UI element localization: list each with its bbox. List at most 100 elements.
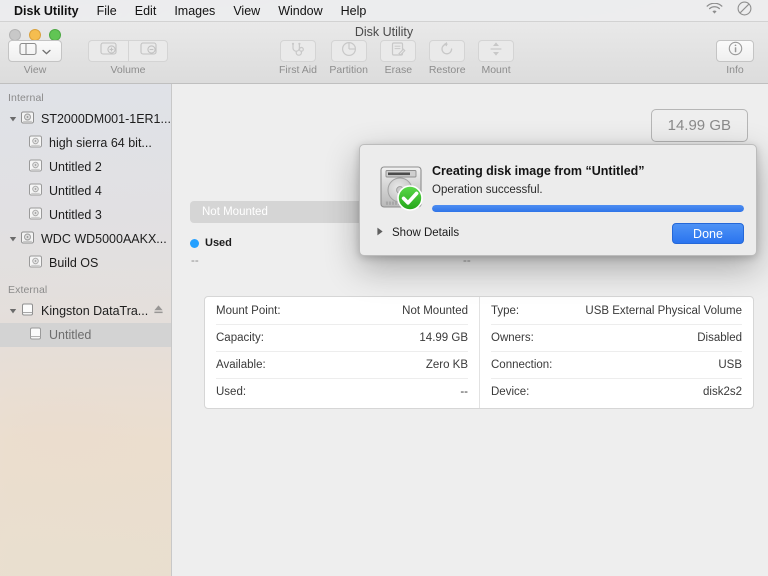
pie-chart-icon <box>341 41 357 62</box>
table-row: Device: disk2s2 <box>491 378 742 405</box>
sidebar-item-untitled-2[interactable]: Untitled 2 <box>0 155 171 179</box>
remove-volume-icon <box>139 41 157 61</box>
mount-arrows-icon <box>489 41 503 62</box>
sidebar-item-untitled-3[interactable]: Untitled 3 <box>0 203 171 227</box>
restore-label: Restore <box>428 64 466 76</box>
sidebar-icon <box>19 42 37 61</box>
sidebar-item-label: Untitled 2 <box>49 160 102 174</box>
menu-edit[interactable]: Edit <box>126 0 166 22</box>
table-row: Available: Zero KB <box>216 351 468 378</box>
menu-help[interactable]: Help <box>332 0 376 22</box>
external-volume-icon <box>28 326 43 344</box>
mount-button[interactable] <box>478 40 515 62</box>
first-aid-button[interactable] <box>279 40 316 62</box>
info-value: Zero KB <box>425 359 468 371</box>
table-row: Capacity: 14.99 GB <box>216 324 468 351</box>
first-aid-label: First Aid <box>279 64 317 76</box>
dialog-subtitle: Operation successful. <box>432 184 543 196</box>
volume-icon <box>28 158 43 176</box>
partition-button[interactable] <box>330 40 367 62</box>
remove-volume-button[interactable] <box>128 40 168 62</box>
legend-value: -- <box>191 255 199 267</box>
view-button[interactable] <box>8 40 62 62</box>
sidebar-item-untitled-4[interactable]: Untitled 4 <box>0 179 171 203</box>
mount-item: Mount <box>478 40 515 76</box>
desktop-background: Disk Utility File Edit Images View Windo… <box>0 0 768 576</box>
toolbar-group-volume: Volume <box>88 40 168 76</box>
table-row: Mount Point: Not Mounted <box>216 297 468 324</box>
info-value: Disabled <box>697 332 742 344</box>
internal-disk-icon <box>20 110 35 128</box>
disclosure-triangle-right-icon <box>376 227 384 239</box>
dialog-title: Creating disk image from “Untitled” <box>432 164 645 178</box>
wifi-icon[interactable] <box>706 2 723 20</box>
info-label: Device: <box>491 386 530 398</box>
progress-dialog: Creating disk image from “Untitled” Oper… <box>359 144 757 256</box>
sidebar-item-build-os[interactable]: Build OS <box>0 251 171 275</box>
sidebar-item-label: Untitled <box>49 328 92 342</box>
menu-bar-status-area <box>706 1 760 21</box>
partition-item: Partition <box>329 40 368 76</box>
erase-button[interactable] <box>380 40 417 62</box>
erase-item: Erase <box>380 40 417 76</box>
do-not-disturb-icon[interactable] <box>737 1 752 21</box>
sidebar-item-wdc-wd5000aakx[interactable]: WDC WD5000AAKX... <box>0 227 171 251</box>
stethoscope-icon <box>289 42 307 61</box>
sidebar-section-external-header: External <box>8 284 48 296</box>
restore-button[interactable] <box>429 40 466 62</box>
info-label: Type: <box>491 304 520 317</box>
info-label: Used: <box>216 386 247 398</box>
menu-file[interactable]: File <box>88 0 126 22</box>
volume-icon <box>28 254 43 272</box>
volume-info-table: Mount Point: Not Mounted Capacity: 14.99… <box>204 296 754 409</box>
disclosure-triangle-icon[interactable] <box>6 307 20 315</box>
sidebar: Internal ST2000DM001-1ER1... high sierra… <box>0 84 172 576</box>
sidebar-item-label: WDC WD5000AAKX... <box>41 232 167 246</box>
info-label: Available: <box>216 359 266 371</box>
toolbar-group-info: Info <box>716 40 754 76</box>
info-value: -- <box>460 386 468 398</box>
info-value: 14.99 GB <box>419 332 468 344</box>
used-color-dot-icon <box>190 238 199 248</box>
show-details-toggle[interactable]: Show Details <box>376 227 459 239</box>
info-value: Not Mounted <box>402 304 468 317</box>
sidebar-item-label: Untitled 4 <box>49 184 102 198</box>
sidebar-item-untitled-selected[interactable]: Untitled <box>0 323 171 347</box>
view-label: View <box>23 64 47 76</box>
info-label: Mount Point: <box>216 304 281 317</box>
main-content: 14.99 GB Not Mounted Used -- -- Mount Po… <box>172 84 768 576</box>
restore-item: Restore <box>429 40 466 76</box>
window-title: Disk Utility <box>354 25 414 39</box>
mount-label: Mount <box>481 64 511 76</box>
erase-document-icon <box>390 41 406 62</box>
sidebar-item-st2000dm001[interactable]: ST2000DM001-1ER1... <box>0 107 171 131</box>
sidebar-item-label: Build OS <box>49 256 99 270</box>
add-volume-button[interactable] <box>88 40 128 62</box>
done-button[interactable]: Done <box>672 223 744 244</box>
show-details-label: Show Details <box>392 227 460 239</box>
capacity-badge: 14.99 GB <box>650 109 748 142</box>
first-aid-item: First Aid <box>279 40 317 76</box>
sidebar-item-kingston-datatraveler[interactable]: Kingston DataTra... <box>0 299 171 323</box>
menu-images[interactable]: Images <box>165 0 224 22</box>
info-value: USB <box>718 359 742 371</box>
add-volume-icon <box>100 41 117 61</box>
menu-app-title[interactable]: Disk Utility <box>8 0 88 22</box>
progress-bar-fill <box>432 205 744 212</box>
sidebar-item-high-sierra-64-bit[interactable]: high sierra 64 bit... <box>0 131 171 155</box>
sidebar-item-label: high sierra 64 bit... <box>49 136 152 150</box>
progress-bar <box>432 205 744 212</box>
toolbar-group-view: View <box>8 40 62 76</box>
menu-view[interactable]: View <box>224 0 269 22</box>
info-button[interactable] <box>716 40 754 62</box>
usage-bar-label: Not Mounted <box>202 206 268 218</box>
eject-icon[interactable] <box>153 304 164 318</box>
table-row: Type: USB External Physical Volume <box>491 297 742 324</box>
disclosure-triangle-icon[interactable] <box>6 115 20 123</box>
disclosure-triangle-icon[interactable] <box>6 235 20 243</box>
sidebar-section-internal-header: Internal <box>8 92 44 104</box>
partition-label: Partition <box>329 64 368 76</box>
menu-window[interactable]: Window <box>269 0 331 22</box>
volume-icon <box>28 182 43 200</box>
info-label: Capacity: <box>216 332 264 344</box>
